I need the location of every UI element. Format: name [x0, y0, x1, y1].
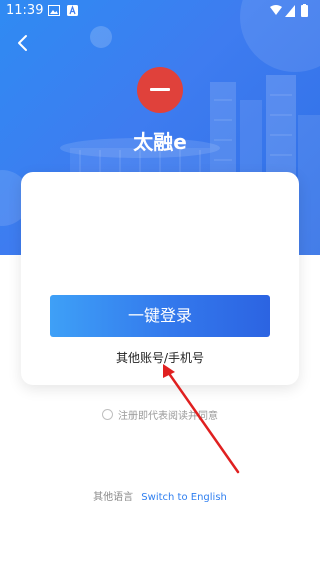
language-label: 其他语言 [93, 492, 134, 503]
status-time: 11:39 [6, 3, 44, 18]
language-row: 其他语言 Switch to English [0, 488, 320, 503]
agreement-row: 注册即代表阅读并同意 [0, 405, 320, 422]
image-notification-icon [48, 5, 60, 16]
agreement-text: 注册即代表阅读并同意 [118, 411, 218, 422]
back-arrow-icon[interactable] [12, 32, 34, 54]
other-account-link[interactable]: 其他账号/手机号 [21, 349, 299, 366]
switch-language-link[interactable]: Switch to English [141, 492, 227, 503]
one-click-login-button[interactable]: 一键登录 [50, 295, 270, 337]
logo-dash-icon [150, 88, 170, 91]
agreement-checkbox[interactable] [102, 409, 113, 420]
signal-battery-icons [270, 4, 308, 17]
login-card: 一键登录 其他账号/手机号 [21, 172, 299, 385]
app-notification-icon [67, 5, 78, 16]
status-bar: 11:39 [0, 0, 320, 24]
app-logo [137, 67, 183, 113]
app-name: 太融e [133, 130, 187, 154]
decorative-circle [90, 26, 112, 48]
